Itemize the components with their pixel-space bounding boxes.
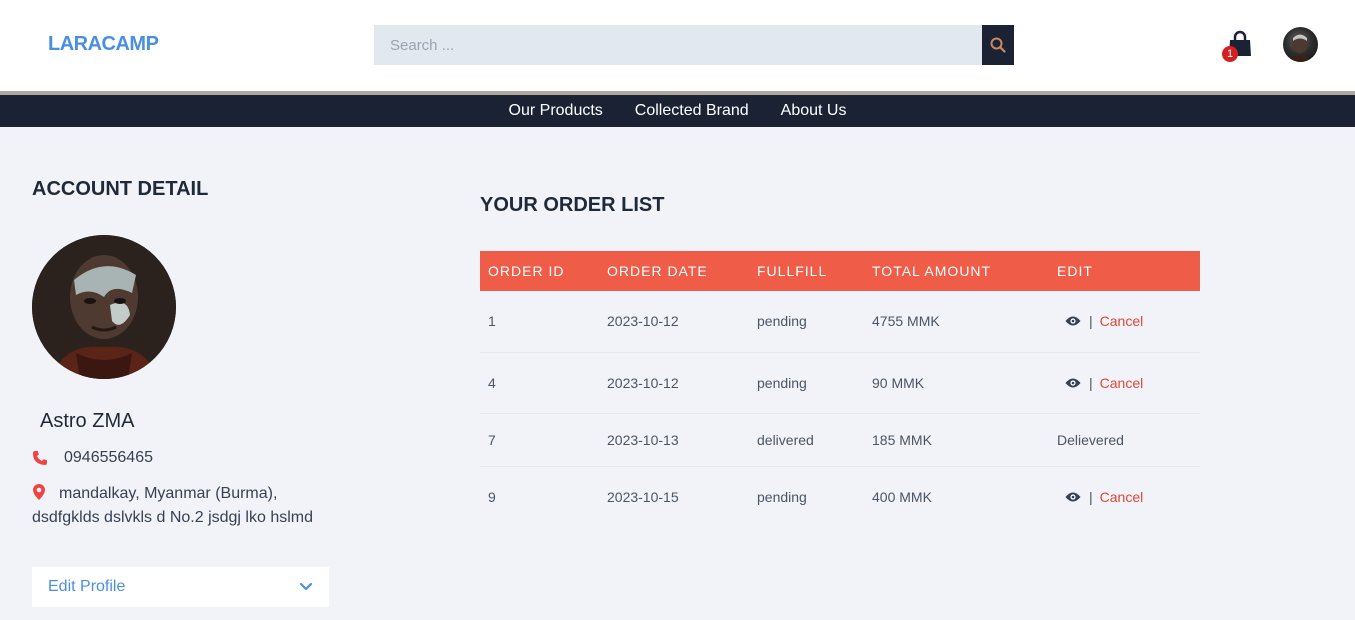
action-separator: | — [1089, 488, 1093, 505]
nav-collected-brand[interactable]: Collected Brand — [635, 102, 749, 120]
logo[interactable]: LARACAMP — [48, 33, 159, 56]
action-separator: | — [1089, 374, 1093, 391]
search-bar — [374, 25, 1014, 65]
eye-icon — [1065, 492, 1081, 502]
col-order-date: ORDER DATE — [599, 251, 749, 291]
order-id: 9 — [488, 488, 496, 505]
order-date: 2023-10-15 — [607, 488, 679, 505]
main-nav: Our Products Collected Brand About Us — [0, 95, 1355, 127]
eye-icon — [1065, 316, 1081, 326]
order-list-title: YOUR ORDER LIST — [480, 194, 665, 216]
edit-profile-dropdown[interactable]: Edit Profile — [32, 567, 329, 607]
order-amount: 90 MMK — [864, 352, 1049, 414]
order-amount: 4755 MMK — [864, 291, 1049, 353]
cancel-order-link[interactable]: Cancel — [1100, 313, 1144, 329]
delivered-status-text: Delievered — [1049, 413, 1200, 467]
order-id: 4 — [480, 352, 599, 414]
col-order-id: ORDER ID — [480, 251, 599, 291]
table-row: 1 2023-10-12 pending 4755 MMK | Cancel — [480, 291, 1200, 353]
nav-our-products[interactable]: Our Products — [509, 102, 603, 120]
user-name: Astro ZMA — [40, 410, 135, 432]
order-date: 2023-10-12 — [599, 291, 749, 353]
edit-actions: | Cancel — [1057, 375, 1192, 391]
order-amount: 400 MMK — [872, 488, 932, 505]
phone-number: 0946556465 — [64, 449, 153, 466]
search-icon — [990, 37, 1006, 53]
search-button[interactable] — [982, 25, 1014, 65]
order-status: pending — [757, 488, 807, 505]
order-amount: 185 MMK — [864, 413, 1049, 467]
order-id: 7 — [480, 413, 599, 467]
view-order-button[interactable] — [1065, 491, 1081, 503]
col-edit: EDIT — [1049, 251, 1200, 291]
phone-row: 0946556465 — [32, 449, 153, 467]
order-date: 2023-10-13 — [599, 413, 749, 467]
col-total-amount: TOTAL AMOUNT — [864, 251, 1049, 291]
address-text: mandalkay, Myanmar (Burma), dsdfgklds ds… — [32, 485, 314, 526]
order-date: 2023-10-12 — [599, 352, 749, 414]
edit-actions: | Cancel — [1057, 313, 1192, 329]
action-separator: | — [1089, 313, 1093, 330]
cancel-order-link[interactable]: Cancel — [1100, 489, 1144, 505]
nav-about-us[interactable]: About Us — [781, 102, 847, 120]
map-pin-icon — [33, 484, 45, 500]
view-order-button[interactable] — [1065, 377, 1081, 389]
profile-image — [32, 235, 176, 379]
search-input[interactable] — [374, 25, 982, 65]
order-table: ORDER ID ORDER DATE FULLFILL TOTAL AMOUN… — [480, 251, 1200, 527]
chevron-down-icon — [299, 582, 313, 591]
cancel-order-link[interactable]: Cancel — [1100, 375, 1144, 391]
table-row: 9 2023-10-15 pending 400 MMK | Cancel — [480, 466, 1200, 527]
cart-count-badge: 1 — [1222, 46, 1238, 62]
avatar-image — [1288, 33, 1313, 62]
edit-profile-label: Edit Profile — [48, 578, 126, 595]
view-order-button[interactable] — [1065, 315, 1081, 327]
order-status: pending — [749, 352, 864, 414]
user-avatar[interactable] — [1283, 27, 1318, 62]
phone-icon — [33, 451, 47, 465]
top-header: LARACAMP 1 — [0, 0, 1355, 91]
cart-button[interactable]: 1 — [1222, 30, 1254, 62]
order-id: 1 — [480, 291, 599, 353]
table-row: 4 2023-10-12 pending 90 MMK | Cancel — [480, 352, 1200, 414]
edit-actions: | Cancel — [1057, 489, 1192, 505]
col-fullfill: FULLFILL — [749, 251, 864, 291]
order-status: pending — [749, 291, 864, 353]
order-status: delivered — [749, 413, 864, 467]
eye-icon — [1065, 378, 1081, 387]
table-row: 7 2023-10-13 delivered 185 MMK Delievere… — [480, 413, 1200, 467]
profile-picture — [32, 235, 176, 379]
table-header-row: ORDER ID ORDER DATE FULLFILL TOTAL AMOUN… — [480, 251, 1200, 291]
address-row: mandalkay, Myanmar (Burma), dsdfgklds ds… — [32, 482, 322, 530]
account-title: ACCOUNT DETAIL — [32, 178, 209, 200]
